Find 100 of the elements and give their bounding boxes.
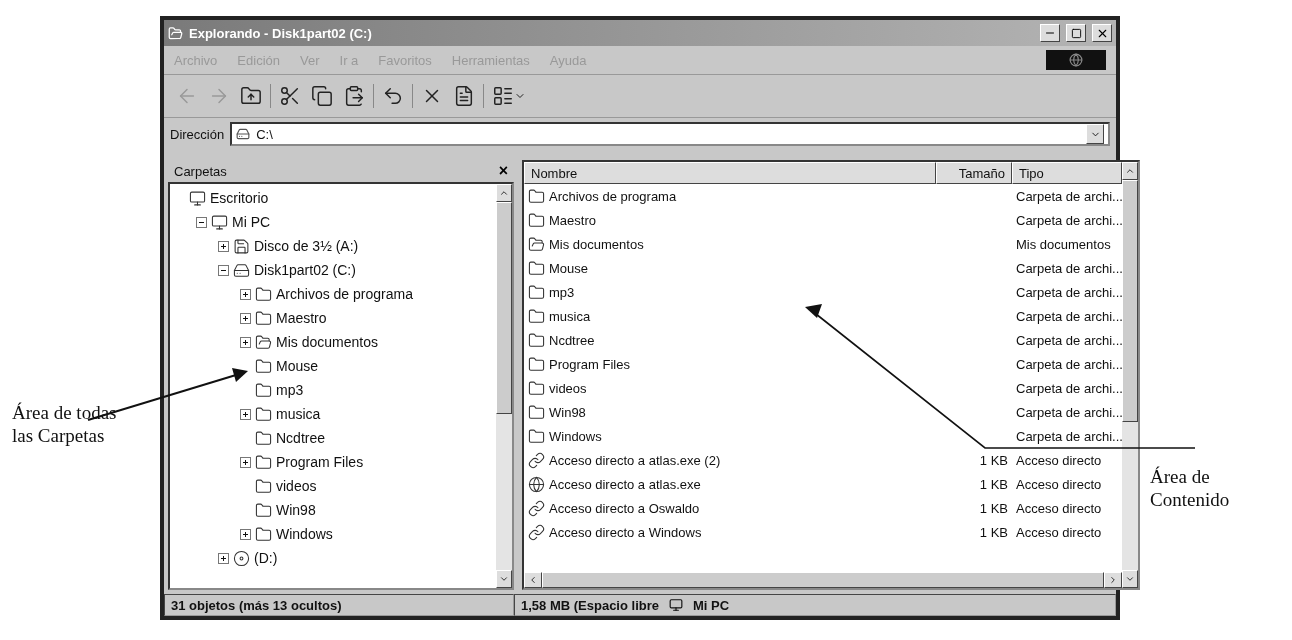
table-cell-text: Carpeta de archi... bbox=[1015, 356, 1122, 372]
tree-item[interactable]: Win98 bbox=[276, 502, 316, 518]
tree-item[interactable]: Disk1part02 (C:) bbox=[254, 262, 356, 278]
folder-icon bbox=[528, 355, 545, 373]
file-name[interactable]: Archivos de programa bbox=[524, 187, 936, 205]
minimize-button[interactable] bbox=[1040, 24, 1060, 42]
hard-drive-icon bbox=[233, 261, 250, 279]
folder-icon bbox=[255, 309, 272, 327]
folder-icon bbox=[528, 211, 545, 229]
expand-toggle[interactable] bbox=[240, 336, 251, 348]
table-cell-text: Acceso directo bbox=[1015, 524, 1103, 540]
close-button[interactable] bbox=[1092, 24, 1112, 42]
horizontal-scrollbar[interactable] bbox=[524, 572, 1122, 588]
vertical-scrollbar[interactable] bbox=[1122, 162, 1138, 588]
file-name[interactable]: Windows bbox=[524, 427, 936, 445]
maximize-icon bbox=[1070, 27, 1082, 39]
desktop-icon bbox=[189, 189, 206, 207]
file-name[interactable]: videos bbox=[524, 379, 936, 397]
disc-icon bbox=[233, 549, 250, 567]
window-title: Explorando - Disk1part02 (C:) bbox=[189, 25, 373, 41]
properties-icon bbox=[453, 85, 475, 107]
globe-icon bbox=[528, 475, 545, 493]
expand-toggle[interactable] bbox=[240, 408, 251, 420]
file-name[interactable]: Ncdtree bbox=[524, 331, 936, 349]
file-name[interactable]: Mouse bbox=[524, 259, 936, 277]
table-cell-text: Carpeta de archi... bbox=[1015, 380, 1122, 396]
table-cell-text: Acceso directo bbox=[1015, 500, 1103, 516]
tree-item[interactable]: Windows bbox=[276, 526, 333, 542]
file-name[interactable]: Win98 bbox=[524, 403, 936, 421]
expand-toggle[interactable] bbox=[218, 552, 229, 564]
vertical-scrollbar[interactable] bbox=[496, 184, 512, 588]
column-header[interactable]: Tamaño bbox=[936, 162, 1012, 184]
tree-item[interactable]: musica bbox=[276, 406, 321, 422]
tree-item[interactable]: Ncdtree bbox=[276, 430, 326, 446]
folder-icon bbox=[255, 525, 272, 543]
scroll-down-icon bbox=[1125, 574, 1135, 584]
file-name[interactable]: mp3 bbox=[524, 283, 936, 301]
table-cell-text: Mis documentos bbox=[1015, 236, 1112, 252]
tree-item[interactable]: Mouse bbox=[276, 358, 319, 374]
expand-toggle[interactable] bbox=[240, 312, 251, 324]
folder-icon bbox=[528, 379, 545, 397]
folder-icon bbox=[528, 283, 545, 301]
scroll-left-icon bbox=[528, 575, 538, 585]
folder-icon bbox=[255, 429, 272, 447]
scroll-up-icon bbox=[1125, 166, 1135, 176]
tree-item[interactable]: Escritorio bbox=[210, 190, 269, 206]
folder-icon bbox=[528, 259, 545, 277]
collapse-toggle[interactable] bbox=[196, 216, 207, 228]
shortcut-icon bbox=[528, 499, 545, 517]
table-cell-text: Carpeta de archi... bbox=[1015, 212, 1122, 228]
address-field[interactable]: C:\ bbox=[230, 122, 1110, 146]
file-name[interactable]: Acceso directo a Windows bbox=[524, 523, 936, 541]
expand-toggle[interactable] bbox=[240, 288, 251, 300]
file-name[interactable]: Acceso directo a atlas.exe bbox=[524, 475, 936, 493]
status-text: Mi PC bbox=[693, 597, 730, 613]
pane-title: Carpetas bbox=[174, 163, 227, 179]
table-cell-text: 1 KB bbox=[978, 524, 1009, 540]
paste-icon bbox=[343, 85, 365, 107]
table-cell-text: Carpeta de archi... bbox=[1015, 428, 1122, 444]
table-cell-text: 1 KB bbox=[978, 500, 1009, 516]
folder-icon bbox=[255, 477, 272, 495]
annotation-label: Área de Contenido bbox=[1150, 466, 1231, 512]
file-name[interactable]: Program Files bbox=[524, 355, 936, 373]
tree-item[interactable]: Program Files bbox=[276, 454, 364, 470]
tree-item[interactable]: mp3 bbox=[276, 382, 304, 398]
close-pane-button[interactable]: × bbox=[498, 162, 508, 180]
shortcut-icon bbox=[528, 523, 545, 541]
folder-icon bbox=[528, 307, 545, 325]
tree-item[interactable]: videos bbox=[276, 478, 317, 494]
tree-item[interactable]: Mi PC bbox=[232, 214, 271, 230]
column-header[interactable]: Nombre bbox=[524, 162, 936, 184]
maximize-button[interactable] bbox=[1066, 24, 1086, 42]
file-name[interactable]: Acceso directo a Oswaldo bbox=[524, 499, 936, 517]
table-cell-text: Carpeta de archi... bbox=[1015, 188, 1122, 204]
tree-item[interactable]: Mis documentos bbox=[276, 334, 378, 350]
tree-item[interactable]: (D:) bbox=[254, 550, 278, 566]
folder-icon bbox=[528, 187, 545, 205]
tree-item[interactable]: Archivos de programa bbox=[276, 286, 413, 302]
dropdown-button[interactable] bbox=[1086, 124, 1104, 144]
column-header[interactable]: Tipo bbox=[1012, 162, 1122, 184]
hard-drive-icon bbox=[236, 127, 251, 141]
scroll-down-icon bbox=[499, 574, 509, 584]
scroll-up-icon bbox=[499, 188, 509, 198]
expand-toggle[interactable] bbox=[240, 528, 251, 540]
expand-toggle[interactable] bbox=[218, 240, 229, 252]
folder-icon bbox=[255, 357, 272, 375]
tree-item[interactable]: Disco de 3½ (A:) bbox=[254, 238, 359, 254]
table-cell-text: Carpeta de archi... bbox=[1015, 308, 1122, 324]
undo-icon bbox=[382, 85, 404, 107]
tree-item[interactable]: Maestro bbox=[276, 310, 327, 326]
file-name[interactable]: Maestro bbox=[524, 211, 936, 229]
computer-icon bbox=[669, 598, 683, 612]
status-text: 1,58 MB (Espacio libre bbox=[521, 597, 659, 613]
file-name[interactable]: Mis documentos bbox=[524, 235, 936, 253]
expand-toggle[interactable] bbox=[240, 456, 251, 468]
file-name[interactable]: Acceso directo a atlas.exe (2) bbox=[524, 451, 936, 469]
folder-icon bbox=[528, 331, 545, 349]
file-name[interactable]: musica bbox=[524, 307, 936, 325]
copy-button[interactable] bbox=[309, 83, 335, 109]
collapse-toggle[interactable] bbox=[218, 264, 229, 276]
